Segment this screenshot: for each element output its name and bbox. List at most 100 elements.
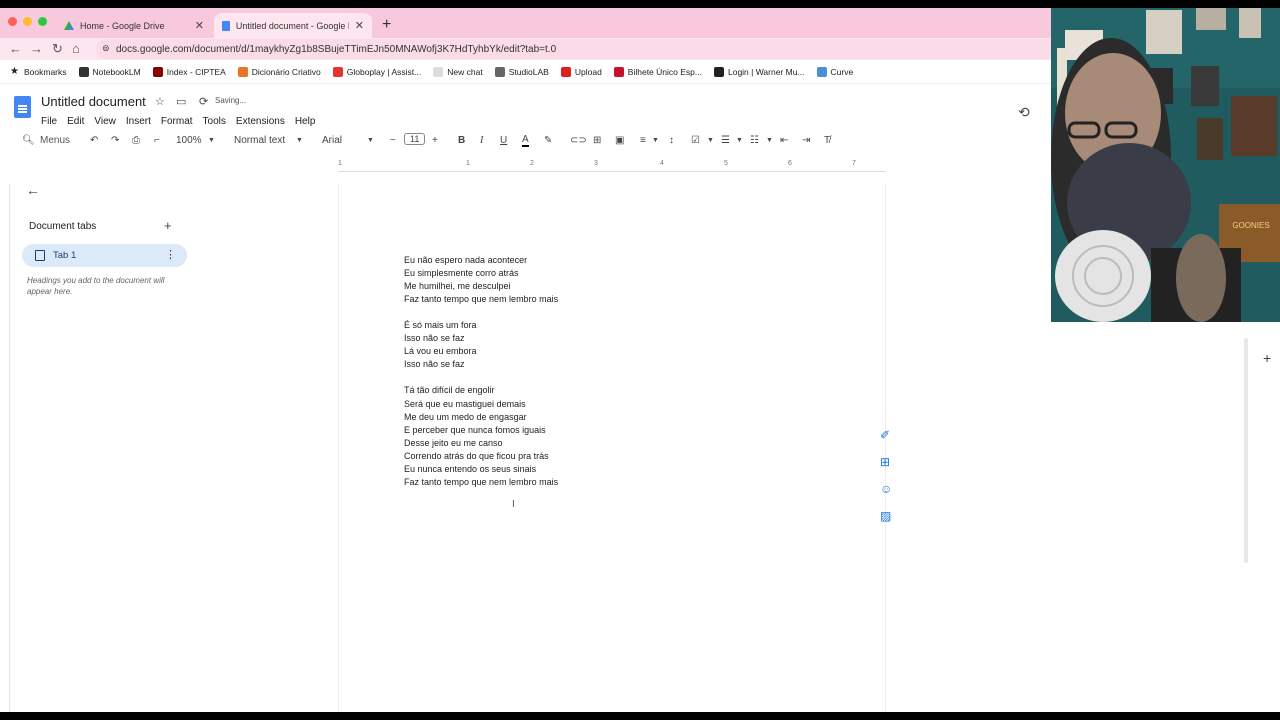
browser-tab-drive[interactable]: Home - Google Drive ✕ xyxy=(56,13,212,38)
help-me-write-icon[interactable]: ✐ xyxy=(880,428,890,442)
checklist-icon[interactable]: ☑ xyxy=(691,135,700,146)
document-body[interactable]: Eu não espero nada acontecer Eu simplesme… xyxy=(404,254,558,489)
bookmark-item[interactable]: Curve xyxy=(816,66,853,77)
link-icon[interactable]: ⊂⊃ xyxy=(570,135,587,146)
bookmark-label: Globoplay | Assist... xyxy=(346,66,422,77)
forward-icon[interactable]: → xyxy=(30,41,43,56)
font-size-input[interactable]: 11 xyxy=(404,133,426,145)
decrease-font-size-icon[interactable]: − xyxy=(390,135,396,146)
close-tab-icon[interactable]: ✕ xyxy=(195,19,204,32)
underline-icon[interactable]: U xyxy=(500,135,507,146)
bookmark-item[interactable]: Upload xyxy=(560,66,602,77)
bookmark-label: NotebookLM xyxy=(92,66,141,77)
chevron-down-icon[interactable]: ▼ xyxy=(766,137,773,144)
sidebar-tab-1[interactable]: Tab 1 ⋮ xyxy=(22,244,187,267)
insert-image-icon[interactable]: ▣ xyxy=(615,135,624,146)
bookmark-item[interactable]: Bilhete Único Esp... xyxy=(613,66,702,77)
version-history-icon[interactable]: ⟲ xyxy=(1018,104,1030,121)
maximize-window-icon[interactable] xyxy=(38,17,47,26)
docs-tab-icon xyxy=(222,20,230,31)
menu-tools[interactable]: Tools xyxy=(203,116,226,127)
bookmark-label: Login | Warner Mu... xyxy=(727,66,805,77)
redo-icon[interactable]: ↷ xyxy=(111,135,119,146)
bold-icon[interactable]: B xyxy=(458,135,465,146)
add-panel-icon[interactable]: + xyxy=(1263,350,1271,366)
increase-indent-icon[interactable]: ⇥ xyxy=(802,135,810,146)
menu-edit[interactable]: Edit xyxy=(67,116,84,127)
search-icon[interactable]: 🔍︎ xyxy=(22,135,35,146)
clear-formatting-icon[interactable]: T̸ xyxy=(824,135,830,146)
site-info-icon[interactable]: ⊜ xyxy=(102,43,110,54)
more-options-icon[interactable]: ⋮ xyxy=(165,248,176,261)
menu-file[interactable]: File xyxy=(41,116,57,127)
home-icon[interactable]: ⌂ xyxy=(72,41,80,56)
menu-extensions[interactable]: Extensions xyxy=(236,116,285,127)
numbered-list-icon[interactable]: ☷ xyxy=(750,135,759,146)
add-emoji-icon[interactable]: ☺ xyxy=(880,482,892,496)
reload-icon[interactable]: ↻ xyxy=(52,41,63,57)
chevron-down-icon[interactable]: ▼ xyxy=(736,137,743,144)
text-color-icon[interactable]: A xyxy=(522,135,529,147)
bookmark-item[interactable]: ★ Bookmarks xyxy=(10,66,67,77)
document-page[interactable]: Eu não espero nada acontecer Eu simplesme… xyxy=(338,184,886,712)
close-outline-back-icon[interactable]: ← xyxy=(26,182,40,198)
style-select[interactable]: Normal text xyxy=(234,135,285,146)
browser-tab-docs[interactable]: Untitled document - Google D ✕ xyxy=(214,13,372,38)
chevron-down-icon[interactable]: ▼ xyxy=(208,137,215,144)
docs-logo-icon[interactable] xyxy=(14,96,31,118)
bookmark-item[interactable]: NotebookLM xyxy=(78,66,141,77)
bookmark-item[interactable]: Dicionário Criativo xyxy=(237,66,321,77)
move-folder-icon[interactable]: ▭ xyxy=(176,95,186,108)
back-icon[interactable]: ← xyxy=(9,41,22,56)
zoom-select[interactable]: 100% xyxy=(176,135,202,146)
upload-icon xyxy=(560,66,571,77)
menu-format[interactable]: Format xyxy=(161,116,193,127)
font-select[interactable]: Arial xyxy=(322,135,342,146)
menu-bar: File Edit View Insert Format Tools Extensions H… xyxy=(41,116,315,127)
document-line: Isso não se faz xyxy=(404,333,465,344)
bookmark-item[interactable]: Index - CIPTEA xyxy=(152,66,226,77)
close-tab-icon[interactable]: ✕ xyxy=(355,19,364,32)
document-tab-icon xyxy=(35,250,45,261)
scrollbar[interactable] xyxy=(1244,338,1248,563)
ruler-number: 3 xyxy=(594,160,598,167)
menu-help[interactable]: Help xyxy=(295,116,316,127)
add-tab-icon[interactable]: + xyxy=(164,218,172,233)
close-window-icon[interactable] xyxy=(8,17,17,26)
add-comment-icon[interactable]: ⊞ xyxy=(593,135,601,146)
star-icon[interactable]: ☆ xyxy=(155,95,165,108)
chevron-down-icon[interactable]: ▼ xyxy=(296,137,303,144)
align-icon[interactable]: ≡ xyxy=(640,135,646,146)
suggest-edits-icon[interactable]: ▨ xyxy=(880,509,891,523)
ruler-number: 7 xyxy=(852,160,856,167)
menu-view[interactable]: View xyxy=(94,116,116,127)
decrease-indent-icon[interactable]: ⇤ xyxy=(780,135,788,146)
menu-insert[interactable]: Insert xyxy=(126,116,151,127)
ruler-number: 2 xyxy=(530,160,534,167)
chevron-down-icon[interactable]: ▼ xyxy=(652,137,659,144)
highlight-icon[interactable]: ✎ xyxy=(544,135,552,146)
line-spacing-icon[interactable]: ↕ xyxy=(669,135,674,146)
bookmark-item[interactable]: Globoplay | Assist... xyxy=(332,66,422,77)
undo-icon[interactable]: ↶ xyxy=(90,135,98,146)
minimize-window-icon[interactable] xyxy=(23,17,32,26)
document-line: Eu não espero nada acontecer xyxy=(404,255,528,265)
bookmark-item[interactable]: Login | Warner Mu... xyxy=(713,66,805,77)
document-title[interactable]: Untitled document xyxy=(41,94,146,109)
drive-icon xyxy=(64,21,74,30)
increase-font-size-icon[interactable]: + xyxy=(432,135,438,146)
bookmark-item[interactable]: New chat xyxy=(433,66,483,77)
paint-format-icon[interactable]: ⌐ xyxy=(154,135,160,146)
add-comment-side-icon[interactable]: ⊞ xyxy=(880,455,890,469)
bookmark-item[interactable]: StudioLAB xyxy=(494,66,549,77)
webcam-overlay: GOONIES xyxy=(1051,8,1280,322)
chevron-down-icon[interactable]: ▼ xyxy=(367,137,374,144)
chevron-down-icon[interactable]: ▼ xyxy=(707,137,714,144)
menus-search[interactable]: Menus xyxy=(40,135,70,146)
new-tab-icon[interactable]: + xyxy=(382,16,391,34)
horizontal-ruler[interactable]: 1 1 2 3 4 5 6 7 xyxy=(338,158,886,172)
bookmark-label: Bilhete Único Esp... xyxy=(627,66,702,77)
bulleted-list-icon[interactable]: ☰ xyxy=(721,135,730,146)
print-icon[interactable]: ⎙ xyxy=(132,135,140,146)
italic-icon[interactable]: I xyxy=(480,135,483,146)
